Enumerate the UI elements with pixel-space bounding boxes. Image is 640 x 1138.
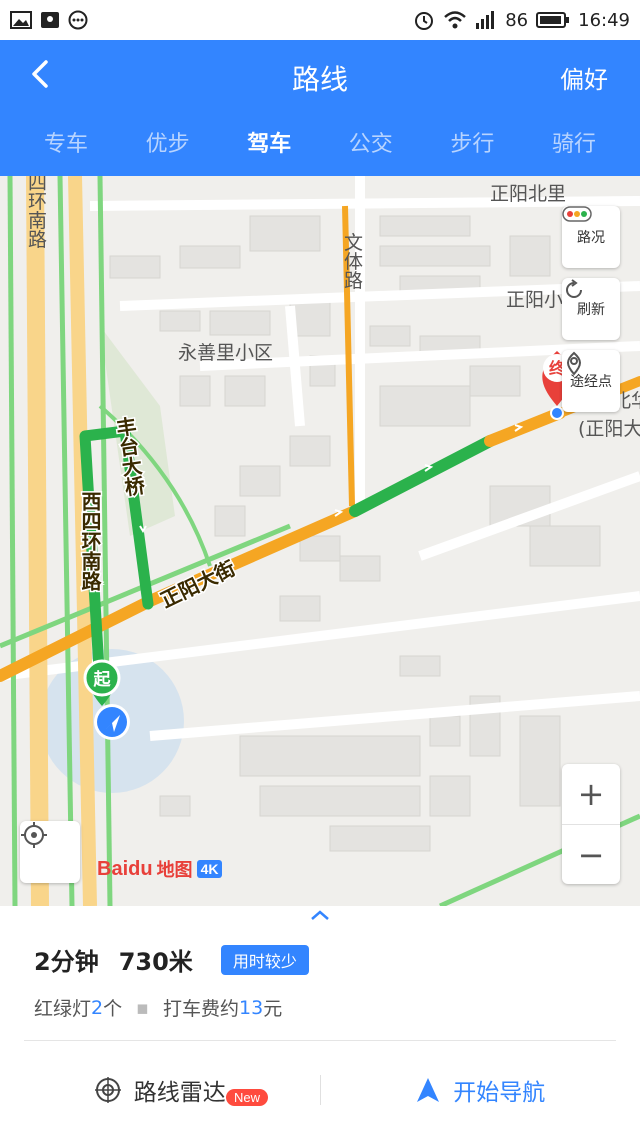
current-location-arrow bbox=[94, 704, 130, 740]
route-header: 路线 偏好 专车 优步 驾车 公交 步行 骑行 bbox=[0, 40, 640, 180]
route-tag-badge: 用时较少 bbox=[220, 944, 309, 975]
ditu-text: 地图 bbox=[156, 860, 193, 881]
tab-walk[interactable]: 步行 bbox=[446, 126, 498, 180]
navigation-arrow-icon bbox=[417, 1078, 440, 1102]
tab-zhuanche[interactable]: 专车 bbox=[40, 126, 92, 180]
wifi-icon bbox=[444, 11, 467, 29]
fare-unit: 元 bbox=[263, 998, 283, 1020]
signal-icon bbox=[476, 11, 495, 29]
traffic-label: 路况 bbox=[577, 230, 605, 246]
start-marker-label: 起 bbox=[93, 669, 112, 690]
alarm-icon bbox=[415, 12, 434, 30]
expand-chevron-icon[interactable] bbox=[308, 908, 332, 922]
pin-icon bbox=[567, 351, 581, 376]
label-w4ring-bottom: 西四环南路 bbox=[78, 491, 102, 592]
map-view[interactable]: 起 终 西四环南路 永善里小区 文体路 正阳北里 正阳小 正阳北华联 (正阳大 … bbox=[0, 176, 640, 906]
label-zhengyang-beili: 正阳北里 bbox=[490, 183, 566, 205]
crosshair-icon bbox=[21, 822, 47, 848]
flag-icon bbox=[41, 12, 59, 28]
traffic-button[interactable]: 路况 bbox=[562, 206, 620, 268]
fare-label: 打车费约 bbox=[163, 998, 240, 1020]
preference-button[interactable]: 偏好 bbox=[560, 60, 608, 95]
traffic-light-label: 红绿灯 bbox=[34, 998, 92, 1020]
quality-badge: 4K bbox=[196, 860, 223, 878]
battery-icon bbox=[536, 12, 570, 28]
new-badge: New bbox=[226, 1089, 269, 1106]
label-yongshanli: 永善里小区 bbox=[178, 342, 273, 364]
waypoint-button[interactable]: 途经点 bbox=[562, 350, 620, 412]
tab-drive[interactable]: 驾车 bbox=[237, 126, 302, 180]
route-panel: 2分钟 730米 用时较少 红绿灯 2 个 ▪ 打车费约 13 元 路线雷达 N… bbox=[0, 906, 640, 1138]
route-radar-label: 路线雷达 bbox=[133, 1080, 226, 1106]
label-wentilu: 文体路 bbox=[341, 232, 363, 289]
image-icon bbox=[10, 11, 32, 29]
zoom-out-button[interactable]: − bbox=[562, 825, 620, 885]
traffic-light-unit: 个 bbox=[103, 998, 123, 1020]
label-dest-sub: (正阳大 bbox=[578, 418, 640, 440]
zoom-control: + − bbox=[562, 764, 620, 884]
route-time: 2分钟 bbox=[34, 948, 99, 976]
refresh-label: 刷新 bbox=[577, 302, 605, 318]
label-w4ring-top: 西四环南路 bbox=[25, 176, 47, 249]
route-summary: 2分钟 730米 用时较少 bbox=[34, 942, 309, 977]
traffic-light-count: 2 bbox=[91, 996, 104, 1019]
baidu-text: Baidu bbox=[97, 857, 153, 880]
route-distance: 730米 bbox=[118, 948, 193, 976]
locate-button[interactable] bbox=[20, 821, 80, 883]
start-navigation-label: 开始导航 bbox=[453, 1080, 546, 1106]
more-dots-icon bbox=[68, 10, 88, 30]
divider bbox=[24, 1040, 616, 1041]
action-bar: 路线雷达 New 开始导航 bbox=[0, 1042, 640, 1138]
separator-dot: ▪ bbox=[136, 996, 150, 1019]
refresh-button[interactable]: 刷新 bbox=[562, 278, 620, 340]
fare-value: 13 bbox=[239, 996, 264, 1019]
page-title: 路线 bbox=[291, 63, 348, 96]
transport-tabs: 专车 优步 驾车 公交 步行 骑行 bbox=[40, 126, 600, 180]
baidu-logo: Baidu 地图 4K bbox=[97, 856, 223, 882]
tab-bike[interactable]: 骑行 bbox=[548, 126, 600, 180]
traffic-light-icon bbox=[562, 206, 592, 222]
label-zhengyang-xiao: 正阳小 bbox=[506, 289, 563, 311]
status-bar: 86 16:49 bbox=[0, 0, 640, 40]
battery-percent: 86 bbox=[505, 9, 529, 31]
route-radar-button[interactable]: 路线雷达 New bbox=[0, 1073, 320, 1107]
clock: 16:49 bbox=[578, 9, 630, 31]
tab-bus[interactable]: 公交 bbox=[345, 126, 397, 180]
zoom-in-button[interactable]: + bbox=[562, 764, 620, 825]
tab-uber[interactable]: 优步 bbox=[142, 126, 194, 180]
map-canvas: 起 终 西四环南路 永善里小区 文体路 正阳北里 正阳小 正阳北华联 (正阳大 … bbox=[0, 176, 640, 906]
radar-icon bbox=[94, 1077, 121, 1103]
refresh-icon bbox=[566, 279, 582, 298]
start-navigation-button[interactable]: 开始导航 bbox=[321, 1073, 640, 1107]
route-details: 红绿灯 2 个 ▪ 打车费约 13 元 bbox=[34, 994, 282, 1021]
